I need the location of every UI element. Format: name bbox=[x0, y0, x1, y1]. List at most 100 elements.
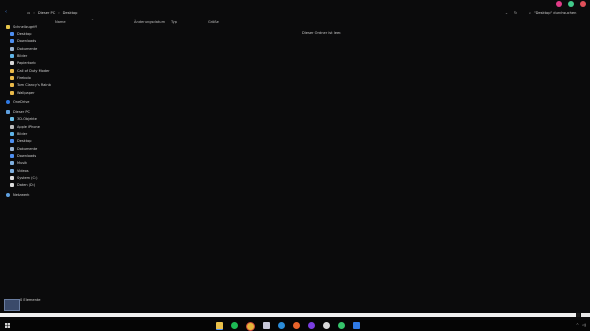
network-icon bbox=[6, 193, 10, 197]
nav-item-drive-d[interactable]: Daten (D:) bbox=[10, 183, 35, 188]
taskbar-pinned-apps bbox=[216, 322, 360, 331]
refresh-icon[interactable]: ↻ bbox=[514, 11, 517, 15]
nav-item-folder[interactable]: Firebolo bbox=[10, 75, 31, 80]
back-arrow-icon[interactable]: ‹ bbox=[5, 10, 7, 15]
search-icon: ⌕ bbox=[529, 11, 532, 15]
nav-label: Dokumente bbox=[17, 146, 38, 151]
nav-label: Videos bbox=[17, 168, 29, 173]
chevron-up-icon[interactable]: ^ bbox=[576, 323, 579, 327]
column-header-size[interactable]: Größe bbox=[208, 20, 219, 24]
folder-icon bbox=[10, 75, 14, 80]
nav-item-folder[interactable]: Tom Clancy's Rainb bbox=[10, 83, 51, 88]
nav-label: Apple iPhone bbox=[17, 124, 40, 129]
nav-label: Papierkorb bbox=[17, 61, 36, 65]
nav-label: Wallpaper bbox=[17, 90, 35, 95]
cloud-icon bbox=[6, 100, 10, 104]
nav-item-recycle-bin[interactable]: Papierkorb bbox=[10, 61, 36, 66]
search-input[interactable]: ⌕ "Desktop" durchsuchen bbox=[529, 11, 576, 15]
nav-label: Call of Duty Moder bbox=[17, 68, 50, 73]
speaker-icon[interactable]: ◁) bbox=[582, 323, 586, 327]
horizontal-scrollbar[interactable] bbox=[0, 313, 577, 317]
windows-start-icon[interactable] bbox=[5, 323, 10, 328]
sort-indicator-icon: ⌄ bbox=[91, 17, 95, 21]
chevron-down-icon[interactable]: ⌄ bbox=[505, 11, 508, 15]
nav-item-downloads[interactable]: Downloads bbox=[10, 153, 36, 158]
nav-item-desktop[interactable]: Desktop bbox=[10, 31, 31, 36]
nav-item-folder[interactable]: Call of Duty Moder bbox=[10, 68, 50, 73]
phone-icon bbox=[10, 124, 14, 129]
nav-item-pictures[interactable]: Bilder bbox=[10, 53, 27, 58]
nav-item-folder[interactable]: Wallpaper bbox=[10, 90, 35, 95]
nav-item-downloads[interactable]: Downloads bbox=[10, 39, 36, 44]
nav-label: Downloads bbox=[17, 153, 37, 158]
download-icon bbox=[10, 39, 14, 43]
nav-this-pc[interactable]: Dieser PC bbox=[6, 109, 30, 114]
minimize-button[interactable] bbox=[556, 1, 562, 7]
computer-icon: ▭ bbox=[27, 11, 31, 15]
nav-label: Dokumente bbox=[17, 46, 38, 51]
origin-icon[interactable] bbox=[293, 322, 300, 329]
close-button[interactable] bbox=[580, 1, 586, 7]
address-toolbar: ‹ ▭ › Dieser PC › Desktop ⌄ ↻ ⌕ "Desktop… bbox=[0, 8, 590, 18]
column-header-date[interactable]: Änderungsdatum bbox=[134, 20, 165, 24]
chrome-icon[interactable] bbox=[246, 322, 255, 331]
status-bar: 0 Elemente bbox=[4, 297, 64, 311]
nav-item-documents[interactable]: Dokumente bbox=[10, 46, 37, 51]
download-icon bbox=[10, 153, 14, 158]
app-icon[interactable] bbox=[353, 322, 360, 329]
app-icon[interactable] bbox=[338, 322, 345, 329]
folder-icon bbox=[10, 83, 14, 87]
nav-label: Bilder bbox=[17, 131, 28, 136]
file-explorer-icon[interactable] bbox=[216, 322, 223, 330]
drive-icon bbox=[10, 183, 14, 187]
nav-quick-access[interactable]: Schnellzugriff bbox=[6, 24, 37, 29]
search-placeholder: "Desktop" durchsuchen bbox=[534, 11, 577, 15]
document-icon bbox=[10, 146, 14, 151]
nav-item-videos[interactable]: Videos bbox=[10, 168, 29, 173]
taskbar: ^ ◁) bbox=[0, 320, 590, 331]
app-icon[interactable] bbox=[308, 322, 315, 329]
video-icon bbox=[10, 168, 14, 173]
nav-item-drive-c[interactable]: System (C:) bbox=[10, 175, 38, 180]
nav-label: Netzwerk bbox=[13, 193, 30, 197]
nav-label: Firebolo bbox=[17, 75, 31, 80]
column-header-type[interactable]: Typ bbox=[171, 20, 177, 24]
column-header-name[interactable]: Name bbox=[55, 20, 66, 24]
nav-label: System (C:) bbox=[17, 175, 38, 180]
steam-icon[interactable] bbox=[278, 322, 285, 329]
star-icon bbox=[6, 24, 10, 29]
drive-icon bbox=[10, 175, 14, 180]
chevron-right-icon: › bbox=[33, 11, 35, 15]
chevron-right-icon: › bbox=[58, 11, 60, 15]
nav-label: 3D-Objekte bbox=[17, 117, 37, 121]
nav-label: Schnellzugriff bbox=[13, 24, 37, 29]
music-icon bbox=[10, 161, 14, 165]
system-tray: ^ ◁) bbox=[576, 323, 586, 327]
breadcrumb[interactable]: ▭ › Dieser PC › Desktop bbox=[27, 11, 77, 15]
nav-network[interactable]: Netzwerk bbox=[6, 193, 29, 198]
item-count: 0 Elemente bbox=[20, 298, 41, 302]
app-icon[interactable] bbox=[323, 322, 330, 329]
nav-item-pictures[interactable]: Bilder bbox=[10, 131, 27, 136]
nav-label: Bilder bbox=[17, 53, 28, 58]
nav-item-3d-objects[interactable]: 3D-Objekte bbox=[10, 117, 37, 122]
crumb-this-pc[interactable]: Dieser PC bbox=[38, 11, 55, 15]
nav-label: Desktop bbox=[17, 139, 32, 143]
nav-item-music[interactable]: Musik bbox=[10, 161, 27, 166]
scroll-right-button[interactable] bbox=[576, 313, 580, 317]
cube-icon bbox=[10, 117, 14, 121]
nav-item-desktop[interactable]: Desktop bbox=[10, 139, 31, 144]
maximize-button[interactable] bbox=[568, 1, 574, 7]
nav-label: Tom Clancy's Rainb bbox=[17, 83, 51, 87]
nav-label: Daten (D:) bbox=[17, 183, 36, 187]
picture-icon bbox=[10, 131, 14, 136]
recycle-bin-icon bbox=[10, 61, 14, 65]
nav-item-iphone[interactable]: Apple iPhone bbox=[10, 124, 40, 129]
spotify-icon[interactable] bbox=[231, 322, 238, 329]
view-toggle-button[interactable] bbox=[581, 313, 590, 317]
crumb-desktop[interactable]: Desktop bbox=[63, 11, 78, 15]
nav-onedrive[interactable]: OneDrive bbox=[6, 100, 29, 105]
computer-icon bbox=[6, 109, 10, 114]
mail-icon[interactable] bbox=[263, 322, 270, 329]
nav-item-documents[interactable]: Dokumente bbox=[10, 146, 37, 151]
